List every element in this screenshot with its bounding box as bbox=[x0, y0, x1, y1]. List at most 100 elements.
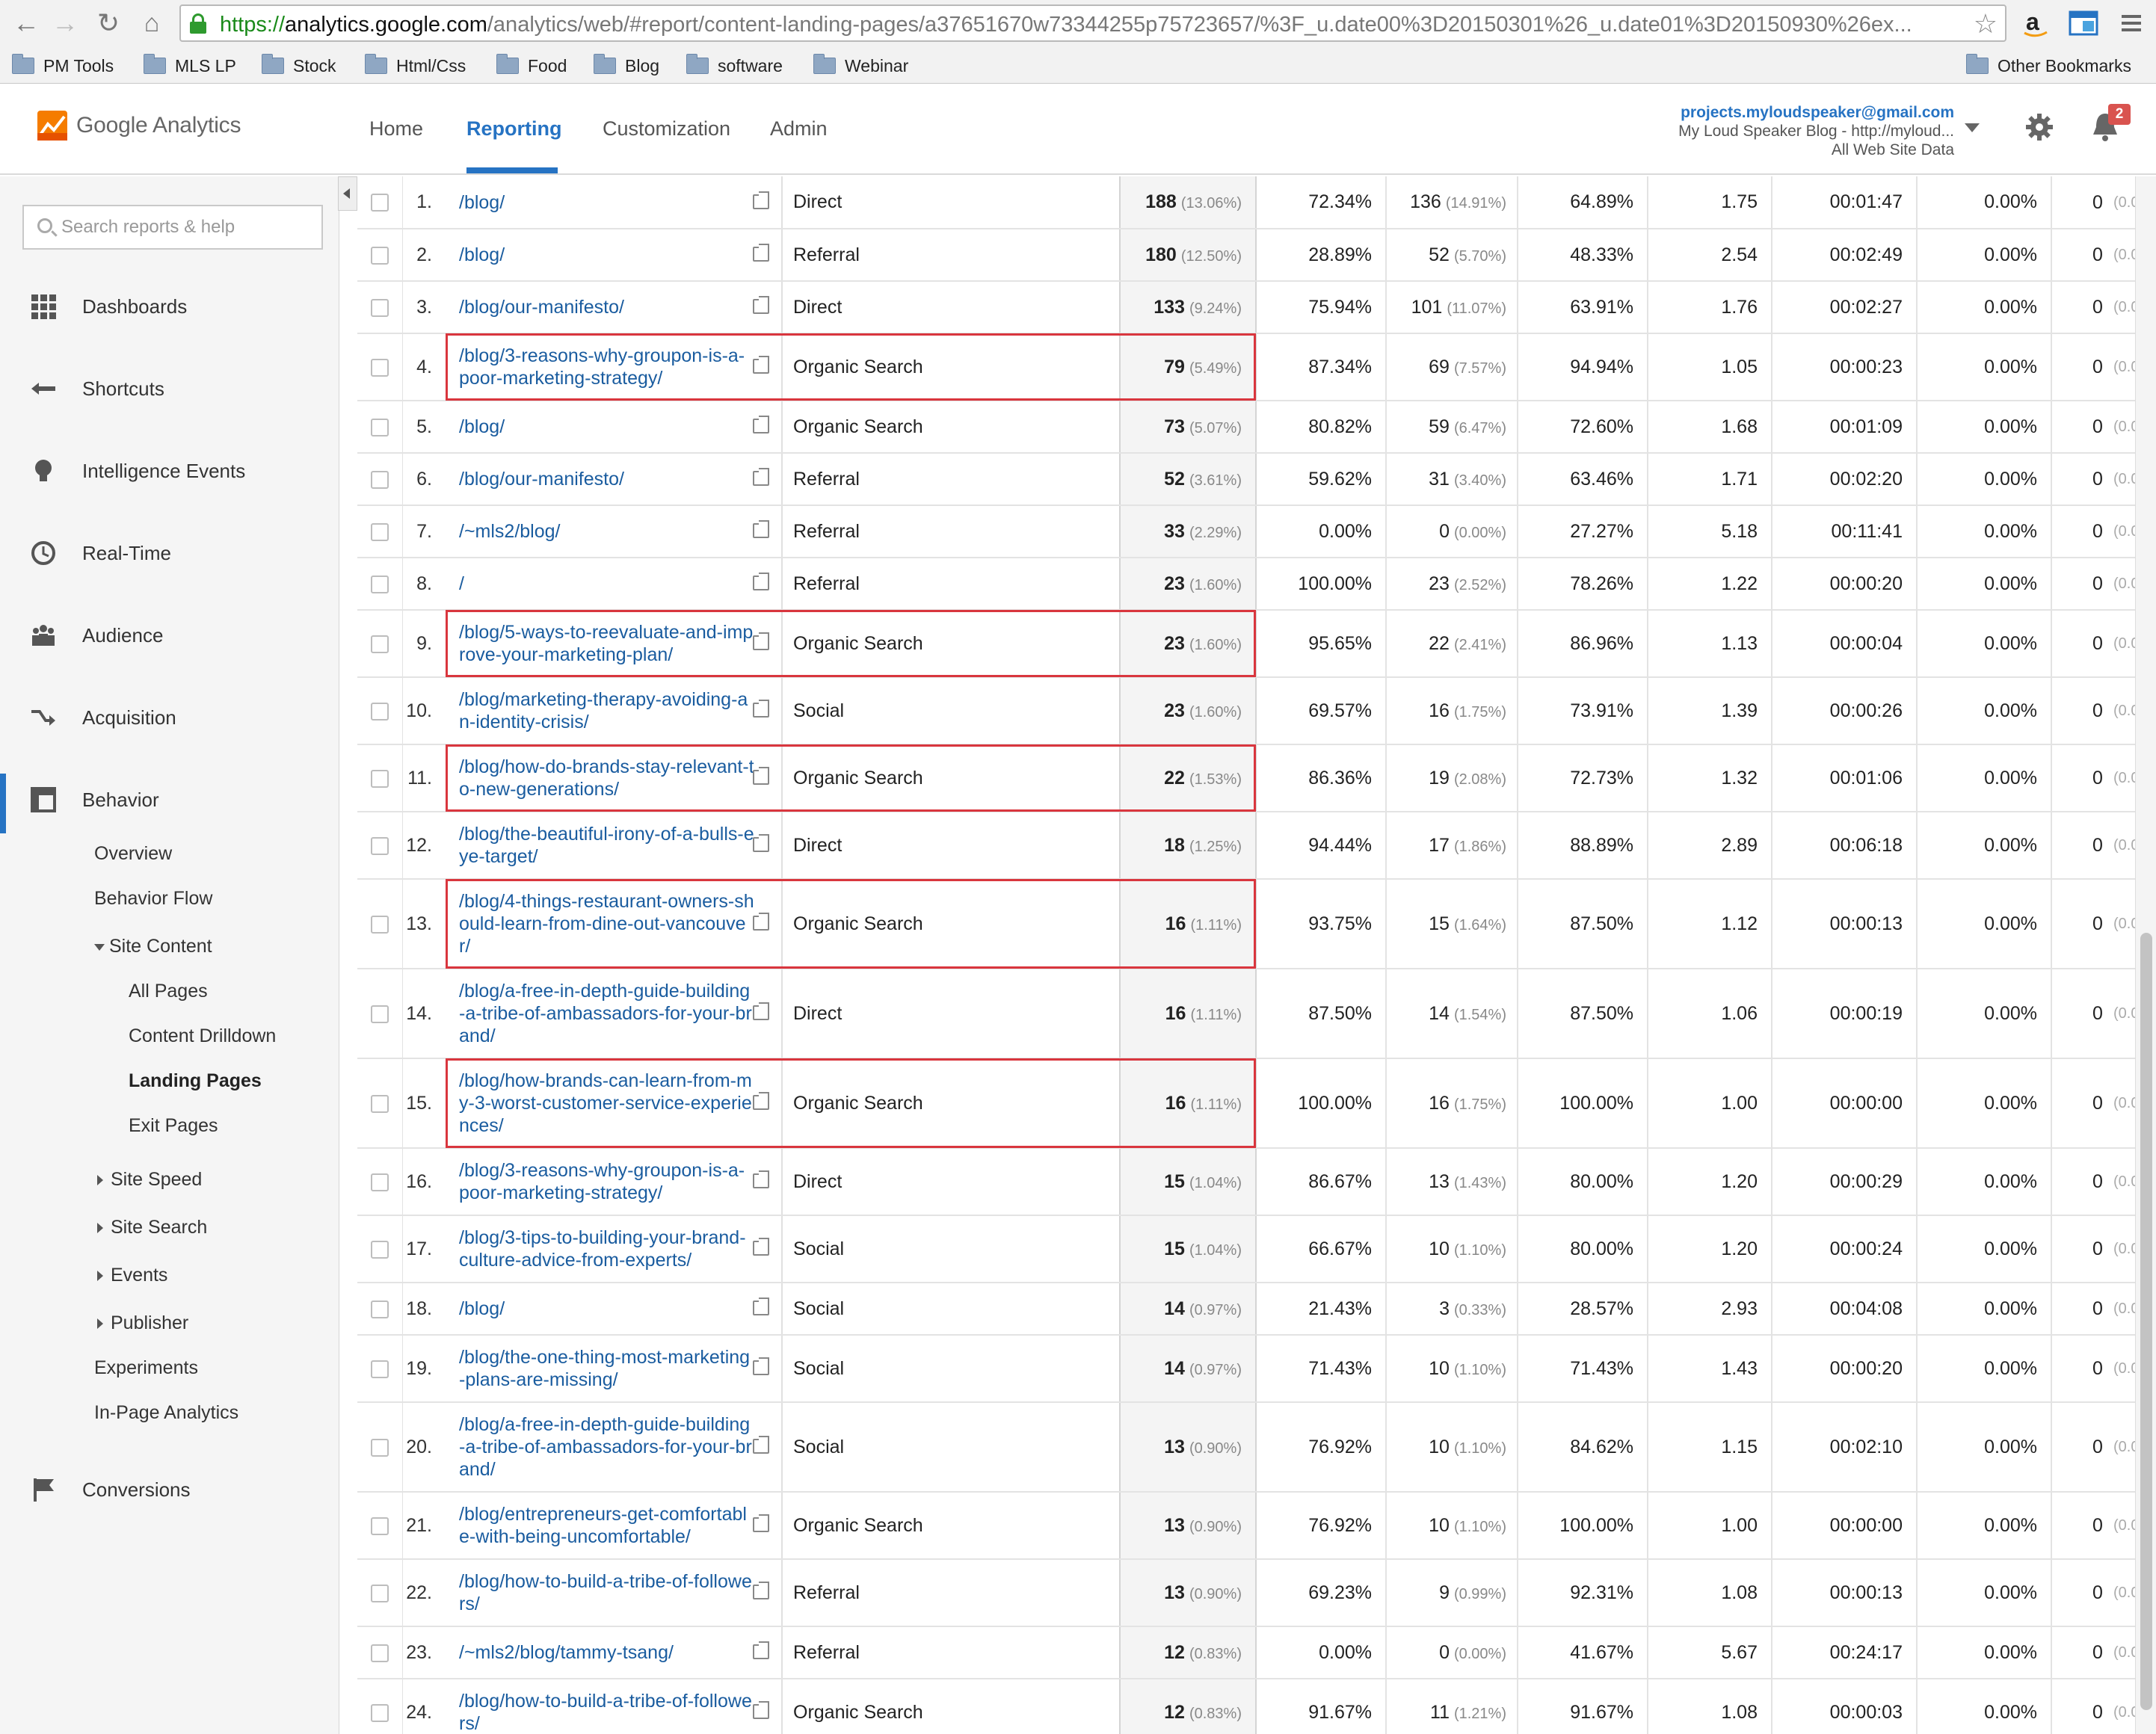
open-external-icon[interactable] bbox=[753, 191, 769, 209]
row-checkbox[interactable] bbox=[370, 1517, 389, 1535]
menu-icon[interactable] bbox=[2114, 6, 2149, 40]
open-external-icon[interactable] bbox=[753, 834, 769, 852]
landing-page-link[interactable]: /blog/3-tips-to-building-your-brand-cult… bbox=[459, 1227, 755, 1271]
sidebar-sub-content-drilldown[interactable]: Content Drilldown bbox=[129, 1025, 276, 1047]
bookmark-mls-lp[interactable]: MLS LP bbox=[144, 52, 236, 79]
row-checkbox[interactable] bbox=[370, 470, 389, 489]
row-checkbox[interactable] bbox=[370, 915, 389, 934]
sidebar-item-real-time[interactable]: Real-Time bbox=[0, 527, 339, 579]
landing-page-link[interactable]: /blog/our-manifesto/ bbox=[459, 296, 755, 318]
row-checkbox[interactable] bbox=[370, 522, 389, 541]
vertical-scrollbar[interactable] bbox=[2135, 176, 2156, 1734]
bookmark-other[interactable]: Other Bookmarks bbox=[1966, 52, 2131, 79]
row-checkbox[interactable] bbox=[370, 769, 389, 788]
landing-page-link[interactable]: /blog/ bbox=[459, 244, 755, 266]
open-external-icon[interactable] bbox=[753, 520, 769, 538]
sidebar-item-intelligence-events[interactable]: Intelligence Events bbox=[0, 445, 339, 497]
sidebar-item-audience[interactable]: Audience bbox=[0, 609, 339, 661]
open-external-icon[interactable] bbox=[753, 1514, 769, 1532]
landing-page-link[interactable]: /blog/ bbox=[459, 191, 755, 214]
sidebar-sub-behavior-flow[interactable]: Behavior Flow bbox=[94, 888, 212, 910]
sidebar-item-acquisition[interactable]: Acquisition bbox=[0, 691, 339, 744]
landing-page-link[interactable]: /blog/how-do-brands-stay-relevant-to-new… bbox=[459, 756, 755, 800]
open-external-icon[interactable] bbox=[753, 244, 769, 262]
row-checkbox[interactable] bbox=[370, 1173, 389, 1191]
open-external-icon[interactable] bbox=[753, 1298, 769, 1315]
sidebar-sub-overview[interactable]: Overview bbox=[94, 843, 172, 865]
landing-page-link[interactable]: /blog/3-reasons-why-groupon-is-a-poor-ma… bbox=[459, 345, 755, 389]
landing-page-link[interactable]: /blog/entrepreneurs-get-comfortable-with… bbox=[459, 1503, 755, 1548]
sidebar-item-behavior[interactable]: Behavior bbox=[0, 774, 339, 833]
back-arrow-icon[interactable]: ← bbox=[9, 6, 43, 40]
landing-page-link[interactable]: /blog/the-beautiful-irony-of-a-bulls-eye… bbox=[459, 823, 755, 868]
row-checkbox[interactable] bbox=[370, 298, 389, 317]
bookmark-blog[interactable]: Blog bbox=[594, 52, 659, 79]
row-checkbox[interactable] bbox=[370, 1005, 389, 1023]
nav-admin[interactable]: Admin bbox=[770, 117, 828, 141]
bookmark-food[interactable]: Food bbox=[496, 52, 567, 79]
landing-page-link[interactable]: /blog/5-ways-to-reevaluate-and-improve-y… bbox=[459, 621, 755, 666]
search-input[interactable] bbox=[61, 214, 315, 241]
row-checkbox[interactable] bbox=[370, 194, 389, 212]
row-checkbox[interactable] bbox=[370, 358, 389, 377]
sidebar-sub-all-pages[interactable]: All Pages bbox=[129, 981, 208, 1002]
open-external-icon[interactable] bbox=[753, 1170, 769, 1188]
open-external-icon[interactable] bbox=[753, 1436, 769, 1454]
sidebar-sub-exit-pages[interactable]: Exit Pages bbox=[129, 1115, 218, 1137]
row-checkbox[interactable] bbox=[370, 702, 389, 721]
open-external-icon[interactable] bbox=[753, 1641, 769, 1659]
sidebar-sub-events[interactable]: Events bbox=[97, 1265, 167, 1286]
row-checkbox[interactable] bbox=[370, 1300, 389, 1318]
landing-page-link[interactable]: /blog/how-brands-can-learn-from-my-3-wor… bbox=[459, 1070, 755, 1137]
landing-page-link[interactable]: /blog/3-reasons-why-groupon-is-a-poor-ma… bbox=[459, 1159, 755, 1204]
open-external-icon[interactable] bbox=[753, 700, 769, 718]
scrollbar-thumb[interactable] bbox=[2140, 933, 2152, 1710]
row-checkbox[interactable] bbox=[370, 1438, 389, 1457]
amazon-extension-icon[interactable]: a bbox=[2018, 6, 2053, 40]
sidebar-sub-site-search[interactable]: Site Search bbox=[97, 1217, 207, 1238]
window-extension-icon[interactable] bbox=[2066, 6, 2101, 40]
open-external-icon[interactable] bbox=[753, 1002, 769, 1020]
open-external-icon[interactable] bbox=[753, 1701, 769, 1719]
open-external-icon[interactable] bbox=[753, 1357, 769, 1375]
landing-page-link[interactable]: /blog/marketing-therapy-avoiding-an-iden… bbox=[459, 688, 755, 733]
sidebar-sub-landing-pages[interactable]: Landing Pages bbox=[129, 1070, 262, 1092]
landing-page-link[interactable]: / bbox=[459, 573, 755, 595]
open-external-icon[interactable] bbox=[753, 573, 769, 590]
sidebar-sub-in-page-analytics[interactable]: In-Page Analytics bbox=[94, 1402, 238, 1424]
landing-page-link[interactable]: /blog/our-manifesto/ bbox=[459, 468, 755, 490]
open-external-icon[interactable] bbox=[753, 1238, 769, 1256]
row-checkbox[interactable] bbox=[370, 1360, 389, 1378]
landing-page-link[interactable]: /blog/ bbox=[459, 1298, 755, 1320]
open-external-icon[interactable] bbox=[753, 416, 769, 434]
sidebar-sub-publisher[interactable]: Publisher bbox=[97, 1312, 188, 1334]
ga-logo[interactable]: Google Analytics bbox=[37, 111, 241, 141]
open-external-icon[interactable] bbox=[753, 632, 769, 650]
landing-page-link[interactable]: /blog/how-to-build-a-tribe-of-followers/ bbox=[459, 1690, 755, 1734]
row-checkbox[interactable] bbox=[370, 1240, 389, 1259]
sidebar-item-conversions[interactable]: Conversions bbox=[0, 1463, 339, 1516]
sidebar-item-dashboards[interactable]: Dashboards bbox=[0, 280, 339, 333]
sidebar-sub-site-speed[interactable]: Site Speed bbox=[97, 1169, 202, 1191]
collapse-sidebar-button[interactable] bbox=[338, 176, 357, 211]
landing-page-link[interactable]: /~mls2/blog/tammy-tsang/ bbox=[459, 1641, 755, 1664]
url-text[interactable]: https://analytics.google.com/analytics/w… bbox=[220, 13, 1962, 37]
home-icon[interactable]: ⌂ bbox=[135, 6, 169, 40]
open-external-icon[interactable] bbox=[753, 296, 769, 314]
sidebar-sub-site-content[interactable]: Site Content bbox=[94, 936, 212, 957]
row-checkbox[interactable] bbox=[370, 418, 389, 436]
sidebar-sub-experiments[interactable]: Experiments bbox=[94, 1357, 198, 1379]
open-external-icon[interactable] bbox=[753, 913, 769, 931]
open-external-icon[interactable] bbox=[753, 1582, 769, 1599]
row-checkbox[interactable] bbox=[370, 635, 389, 653]
bookmark-software[interactable]: software bbox=[686, 52, 783, 79]
open-external-icon[interactable] bbox=[753, 767, 769, 785]
open-external-icon[interactable] bbox=[753, 356, 769, 374]
bookmark-star-icon[interactable]: ☆ bbox=[1974, 8, 1998, 40]
bookmark-webinar[interactable]: Webinar bbox=[813, 52, 908, 79]
landing-page-link[interactable]: /blog/4-things-restaurant-owners-should-… bbox=[459, 890, 755, 957]
account-selector[interactable]: projects.myloudspeaker@gmail.com My Loud… bbox=[1678, 103, 1954, 159]
nav-home[interactable]: Home bbox=[369, 117, 423, 141]
bookmark-pm-tools[interactable]: PM Tools bbox=[12, 52, 114, 79]
row-checkbox[interactable] bbox=[370, 246, 389, 265]
